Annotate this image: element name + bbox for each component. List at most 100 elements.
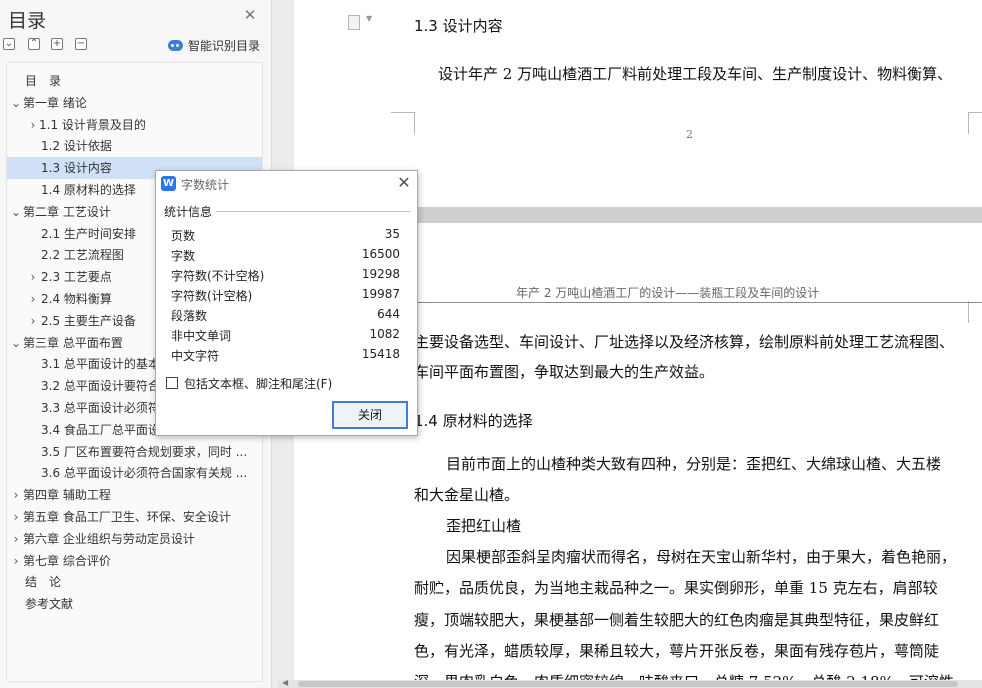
- toc-item[interactable]: › 第六章 企业组织与劳动定员设计: [7, 528, 262, 550]
- wps-logo-icon: W: [161, 176, 176, 191]
- running-header: 年产 2 万吨山楂酒工厂的设计——装瓶工段及车间的设计: [516, 286, 820, 300]
- section-divider: [216, 211, 410, 212]
- chevron-right-icon[interactable]: ›: [27, 288, 39, 310]
- collapse-all-icon[interactable]: ⌄: [3, 38, 15, 50]
- scrollbar-thumb[interactable]: [298, 681, 958, 687]
- toc-item-label: 参考文献: [25, 597, 74, 612]
- toc-item-label: 2.3 工艺要点: [41, 270, 112, 285]
- toc-item-label: 3.6 总平面设计必须符合国家有关规 ...: [41, 466, 248, 481]
- paragraph-line: 耐贮，品质优良，为当地主栽品种之一。果实倒卵形，单重 15 克左右，肩部较: [414, 579, 938, 597]
- header-rule: [414, 302, 982, 303]
- chevron-right-icon[interactable]: ›: [10, 484, 22, 506]
- chevron-down-icon[interactable]: ⌄: [10, 92, 22, 114]
- toc-item-label: 3.3 总平面设计必须符: [41, 401, 160, 415]
- toc-item[interactable]: › 1.1 设计背景及目的: [7, 114, 262, 136]
- toc-item-label: 2.2 工艺流程图: [41, 248, 124, 263]
- paragraph-line: 设计年产 2 万吨山楂酒工厂料前处理工段及车间、生产制度设计、物料衡算、: [438, 65, 953, 83]
- stat-value: 16500: [361, 247, 400, 261]
- chevron-right-icon[interactable]: ›: [10, 550, 22, 572]
- stat-label: 非中文单词: [171, 329, 232, 343]
- crop-mark: [968, 112, 982, 134]
- toc-item[interactable]: 1.2 设计依据: [7, 135, 262, 157]
- toc-item-label: 3.2 总平面设计要符合: [41, 379, 160, 394]
- stat-label: 字符数(不计空格): [171, 269, 265, 283]
- toc-item-label: 2.4 物料衡算: [41, 292, 112, 306]
- paragraph-line: 目前市面上的山楂种类大致有四种，分别是：歪把红、大绵球山楂、大五楼: [446, 455, 942, 473]
- heading-1-3: 1.3 设计内容: [414, 17, 503, 35]
- toc-item[interactable]: 目 录: [7, 70, 262, 92]
- chevron-right-icon[interactable]: ›: [27, 114, 39, 136]
- expand-up-icon[interactable]: ⌃: [28, 38, 40, 50]
- subheading: 歪把红山楂: [446, 517, 522, 535]
- section-label: 统计信息: [164, 205, 213, 219]
- toc-item[interactable]: › 第五章 食品工厂卫生、环保、安全设计: [7, 506, 262, 528]
- stat-value: 35: [384, 227, 400, 241]
- stat-label: 段落数: [171, 309, 208, 323]
- crop-mark: [968, 301, 982, 323]
- page-number: 2: [686, 128, 693, 141]
- toc-item-label: 1.1 设计背景及目的: [39, 117, 146, 132]
- add-heading-icon[interactable]: +: [51, 38, 63, 50]
- chevron-down-icon[interactable]: ⌄: [10, 201, 22, 223]
- toc-item[interactable]: ⌄ 第一章 绪论: [7, 92, 262, 114]
- smart-recognize-label: 智能识别目录: [188, 38, 261, 53]
- scroll-left-icon[interactable]: ◀: [282, 678, 288, 687]
- toc-item-label: 1.2 设计依据: [41, 139, 112, 154]
- toc-item-label: 结 论: [25, 575, 62, 590]
- toc-item[interactable]: 3.6 总平面设计必须符合国家有关规 ...: [7, 462, 262, 484]
- toc-item-label: 第五章 食品工厂卫生、环保、安全设计: [23, 510, 231, 524]
- toc-item[interactable]: 参考文献: [7, 593, 262, 615]
- toc-item-label: 3.1 总平面设计的基本: [41, 357, 160, 372]
- remove-heading-icon[interactable]: −: [75, 38, 87, 50]
- paragraph-line: 因果梗部歪斜呈肉瘤状而得名，母树在天宝山新华村，由于果大，着色艳丽，: [446, 548, 957, 566]
- heading-1-4: 1.4 原材料的选择: [414, 412, 533, 430]
- stat-label: 页数: [171, 229, 196, 243]
- stat-value: 1082: [369, 327, 400, 341]
- toc-item[interactable]: 3.5 厂区布置要符合规划要求，同时 ...: [7, 441, 262, 463]
- stat-value: 15418: [361, 347, 400, 361]
- chevron-right-icon[interactable]: ›: [10, 506, 22, 528]
- stat-value: 19298: [361, 267, 400, 281]
- toc-item-label: 2.1 生产时间安排: [41, 226, 136, 241]
- toc-item-label: 第六章 企业组织与劳动定员设计: [23, 531, 195, 546]
- close-icon[interactable]: ✕: [241, 6, 259, 24]
- paragraph-line: 和大金星山楂。: [414, 486, 520, 504]
- chevron-down-icon[interactable]: ⌄: [10, 332, 22, 354]
- toc-item-label: 3.4 食品工厂总平面设: [41, 422, 160, 437]
- robot-icon: [168, 39, 183, 51]
- toc-item-label: 第七章 综合评价: [23, 553, 111, 568]
- dialog-title: 字数统计: [181, 178, 230, 192]
- close-icon[interactable]: ✕: [394, 173, 414, 193]
- toc-item-label: 1.4 原材料的选择: [41, 183, 136, 197]
- smart-recognize-button[interactable]: 智能识别目录: [168, 37, 260, 53]
- toc-item[interactable]: › 第七章 综合评价: [7, 550, 262, 572]
- crop-mark: [391, 112, 415, 134]
- toc-item-label: 3.5 厂区布置要符合规划要求，同时 ...: [41, 444, 248, 459]
- paragraph-line: 色，有光泽，蜡质较厚，果稀且较大，萼片开张反卷，果面有残存苞片，萼筒陡: [414, 642, 940, 660]
- toc-item-label: 第一章 绪论: [23, 95, 87, 110]
- include-footnotes-checkbox[interactable]: [166, 377, 178, 389]
- close-button[interactable]: 关闭: [332, 401, 408, 429]
- toc-item-label: 目 录: [25, 74, 62, 88]
- toc-item[interactable]: › 第四章 辅助工程: [7, 484, 262, 506]
- stat-label: 字符数(计空格): [171, 289, 253, 303]
- toc-item[interactable]: 结 论: [7, 571, 262, 593]
- include-footnotes-label[interactable]: 包括文本框、脚注和尾注(F): [184, 375, 332, 392]
- toc-item-label: 第二章 工艺设计: [23, 204, 111, 219]
- word-count-dialog: W 字数统计 ✕ 统计信息 包括文本框、脚注和尾注(F) 关闭 页数 35 字数 16…: [155, 170, 418, 436]
- stat-label: 中文字符: [171, 349, 220, 363]
- toc-item-label: 第三章 总平面布置: [23, 335, 123, 350]
- stat-label: 字数: [171, 249, 196, 263]
- toc-item-label: 1.3 设计内容: [41, 161, 112, 176]
- chevron-right-icon[interactable]: ›: [27, 266, 39, 288]
- toc-item-label: 2.5 主要生产设备: [41, 313, 136, 328]
- chevron-down-icon[interactable]: ▼: [366, 14, 372, 23]
- chevron-right-icon[interactable]: ›: [10, 528, 22, 550]
- stat-value: 644: [377, 307, 400, 321]
- paragraph-line: 主要设备选型、车间设计、厂址选择以及经济核算，绘制原料前处理工艺流程图、: [414, 333, 955, 351]
- outline-title: 目录: [8, 10, 47, 32]
- toc-item-label: 第四章 辅助工程: [23, 488, 111, 503]
- document-icon[interactable]: [348, 15, 360, 30]
- chevron-right-icon[interactable]: ›: [27, 310, 39, 332]
- paragraph-line: 车间平面布置图，争取达到最大的生产效益。: [414, 363, 715, 381]
